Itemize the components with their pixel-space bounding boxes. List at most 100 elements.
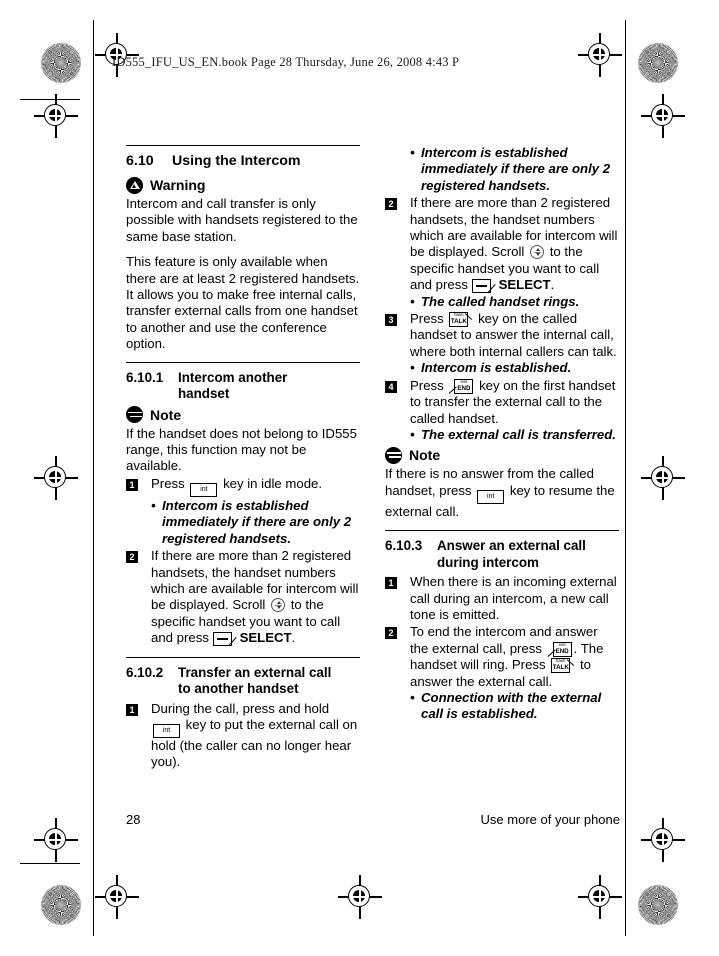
step-text-part-1: If there are more than 2 registered hand… xyxy=(151,548,359,613)
step-item: 2 To end the intercom and answer the ext… xyxy=(385,624,619,722)
section-number: 6.10 xyxy=(126,153,154,169)
note-notice-header: Note xyxy=(126,406,360,424)
subsection-heading-6-10-3: 6.10.3 Answer an external call during in… xyxy=(385,538,619,571)
bullet-dot: • xyxy=(410,426,415,442)
subsection-title-line-1: Transfer an external call xyxy=(178,664,332,680)
subsection-title: Intercom another handset xyxy=(178,370,287,403)
subsection-number: 6.10.1 xyxy=(126,369,164,385)
step-text-part-1: If there are more than 2 registered hand… xyxy=(410,195,618,260)
step-text-before-key: Press xyxy=(410,311,444,327)
talk-key-main-label: TALK xyxy=(450,318,467,326)
step-text-before-key: Press xyxy=(410,377,444,393)
step-marker: 2 xyxy=(385,198,397,211)
section-rule-top xyxy=(126,145,360,146)
note-label: Note xyxy=(409,447,441,464)
section-heading-6-10: 6.10 Using the Intercom xyxy=(126,153,360,170)
subsection-rule-6-10-1 xyxy=(126,361,360,363)
subsection-heading-6-10-2: 6.10.2 Transfer an external call to anot… xyxy=(126,665,360,698)
step-marker: 1 xyxy=(126,703,138,716)
subsection-title-line-2: handset xyxy=(178,386,230,402)
note-label: Note xyxy=(150,406,182,423)
step-text-end: . xyxy=(291,630,296,646)
step-marker: 2 xyxy=(126,551,138,564)
softkey-icon xyxy=(212,632,238,647)
step-text: During the call, press and hold int key … xyxy=(151,701,360,771)
warning-notice-header: Warning xyxy=(126,176,360,194)
select-label: SELECT xyxy=(498,277,551,293)
select-label: SELECT xyxy=(239,630,292,646)
step-text: Press flash TALK key on the called handse… xyxy=(410,311,619,377)
step-item: 3 Press flash TALK key on the called hand… xyxy=(385,311,619,377)
step-text-end: . xyxy=(550,277,555,293)
scroll-navigation-icon xyxy=(271,598,286,613)
subsection-title-line-1: Answer an external call xyxy=(437,538,586,554)
section-title: Using the Intercom xyxy=(172,153,301,169)
step-item: 2 If there are more than 2 registered ha… xyxy=(385,195,619,310)
subsection-rule-6-10-2 xyxy=(126,656,360,658)
subsection-number: 6.10.3 xyxy=(385,538,423,554)
subsection-title-line-2: during intercom xyxy=(437,554,539,570)
result-bullet: • Connection with the external call is e… xyxy=(410,690,619,723)
subsection-title-line-1: Intercom another xyxy=(178,369,288,385)
bullet-text: Intercom is established. xyxy=(421,360,572,376)
int-key-icon: int xyxy=(477,489,505,504)
bullet-text: The external call is transferred. xyxy=(421,426,616,442)
note-icon xyxy=(126,406,143,424)
bullet-text: Intercom is established immediately if t… xyxy=(421,145,611,193)
bullet-text: Intercom is established immediately if t… xyxy=(162,497,352,546)
step-item: 1 When there is an incoming external cal… xyxy=(385,574,619,623)
step-text: Press exit END key on the first handset t… xyxy=(410,378,619,444)
result-bullet: • Intercom is established immediately if… xyxy=(151,498,360,547)
subsection-title-line-2: to another handset xyxy=(178,681,299,697)
step-marker: 1 xyxy=(126,478,138,491)
subsection-number: 6.10.2 xyxy=(126,664,164,680)
bullet-dot: • xyxy=(410,145,415,160)
step-marker: 3 xyxy=(385,314,397,327)
end-key-main-label: END xyxy=(457,384,471,392)
subsection-title: Transfer an external call to another han… xyxy=(178,665,331,698)
result-bullet: • Intercom is established immediately if… xyxy=(410,145,619,194)
step-text-after-key: key to put the external call on hold (th… xyxy=(151,716,358,770)
step-item: 1 During the call, press and hold int ke… xyxy=(126,701,360,771)
step-marker: 4 xyxy=(385,380,397,393)
bullet-dot: • xyxy=(151,497,156,513)
bullet-dot: • xyxy=(410,689,415,705)
step-text-before-key: During the call, press and hold xyxy=(151,700,330,716)
bullet-text: The called handset rings. xyxy=(421,293,580,309)
right-column: • Intercom is established immediately if… xyxy=(385,145,619,724)
left-column: 6.10 Using the Intercom Warning Intercom… xyxy=(126,145,360,772)
result-bullet: • The external call is transferred. xyxy=(410,427,619,443)
step-text: Press int key in idle mode. xyxy=(151,476,360,497)
step-text: If there are more than 2 registered hand… xyxy=(410,195,619,310)
scroll-navigation-icon xyxy=(530,245,545,260)
softkey-icon xyxy=(471,279,497,294)
subsection-title: Answer an external call during intercom xyxy=(437,538,586,571)
note-text: If the handset does not belong to ID555 … xyxy=(126,425,357,474)
footer-running-title: Use more of your phone xyxy=(480,812,620,827)
step-text: If there are more than 2 registered hand… xyxy=(151,548,360,647)
step-item: 1 Press int key in idle mode. xyxy=(126,476,360,497)
result-bullet: • Intercom is established. xyxy=(410,360,619,376)
step-text-before-key: Press xyxy=(151,475,185,491)
intro-paragraph: This feature is only available when ther… xyxy=(126,254,360,352)
bullet-text: Connection with the external call is est… xyxy=(421,689,602,722)
talk-key-icon: flash TALK xyxy=(449,312,473,328)
warning-icon xyxy=(126,176,143,194)
int-key-icon: int xyxy=(153,723,180,738)
bullet-dot: • xyxy=(410,293,415,309)
warning-text: Intercom and call transfer is only possi… xyxy=(126,196,358,244)
note-text: If there is no answer from the called ha… xyxy=(385,466,619,520)
int-key-icon: int xyxy=(190,482,218,497)
note-notice-header: Note xyxy=(385,446,619,464)
footer-page-number: 28 xyxy=(126,812,141,827)
step-item: 4 Press exit END key on the first handset… xyxy=(385,378,619,444)
subsection-rule-6-10-3 xyxy=(385,530,619,532)
page-content: 6.10 Using the Intercom Warning Intercom… xyxy=(0,0,719,956)
step-text: To end the intercom and answer the exter… xyxy=(410,624,619,722)
note-icon xyxy=(385,446,402,464)
end-key-main-label: END xyxy=(555,647,569,655)
result-bullet: • The called handset rings. xyxy=(410,294,619,310)
talk-key-main-label: TALK xyxy=(552,664,569,672)
step-marker: 1 xyxy=(385,577,397,590)
step-marker: 2 xyxy=(385,627,397,640)
